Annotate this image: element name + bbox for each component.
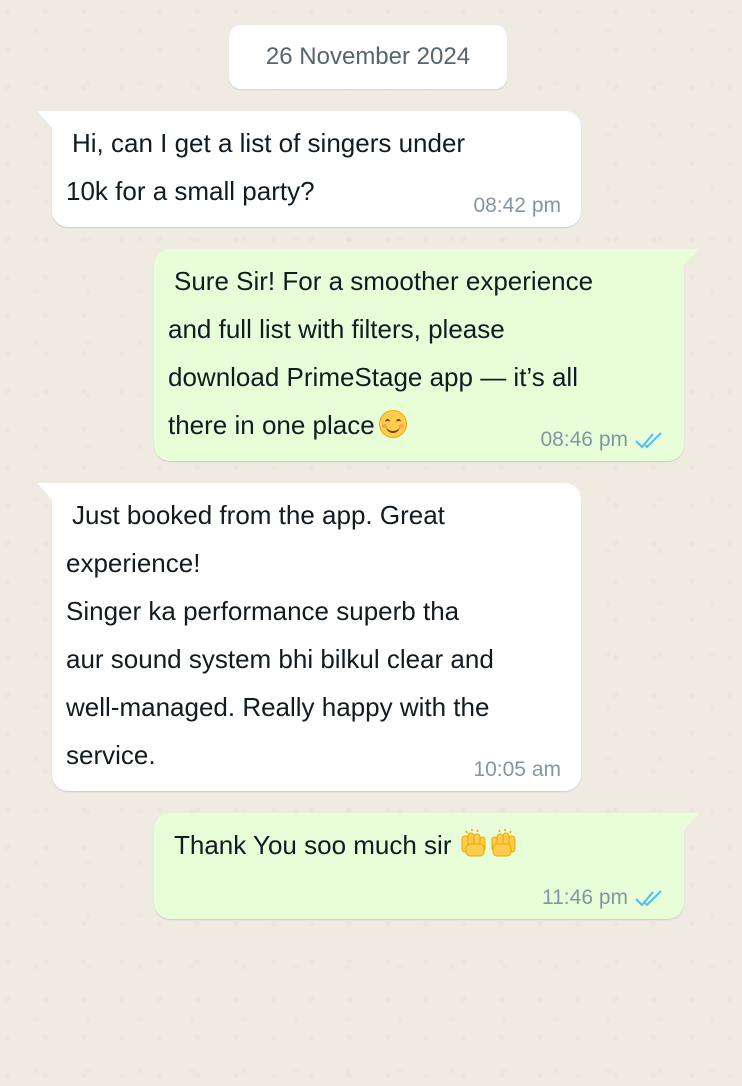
date-divider: 26 November 2024 [229,25,507,89]
date-divider-label: 26 November 2024 [265,43,471,70]
message-time: 08:46 pm [540,428,628,451]
message-content: Thank You soo much sir [174,821,670,869]
message-bubble-incoming[interactable]: Just booked from the app. Great experien… [37,483,581,791]
message-content: Sure Sir! For a smoother experience and … [168,257,670,449]
double-check-read-icon [635,890,662,907]
bubble-tail [683,813,699,831]
bubble-tail [37,483,53,501]
chat-window: 26 November 2024 Hi, can I get a list of… [0,0,742,1086]
bubble-tail [37,111,53,129]
message-bubble-incoming[interactable]: Hi, can I get a list of singers under 10… [37,111,581,227]
message-bubble-outgoing[interactable]: Thank You soo much sir 11:46 pm [154,813,699,919]
message-text: Just booked from the app. Great experien… [66,500,494,770]
message-meta: 08:46 pm [540,427,664,453]
message-text: Sure Sir! For a smoother experience and … [168,266,594,440]
message-text: Thank You soo much sir [174,830,452,860]
message-bubble-outgoing[interactable]: Sure Sir! For a smoother experience and … [154,249,699,461]
message-meta: 08:42 pm [473,193,561,219]
raising-hands-icon [461,829,515,857]
message-time: 10:05 am [473,758,561,781]
smiling-face-icon [378,410,407,438]
bubble-tail [683,249,699,267]
message-time: 08:42 pm [473,194,561,217]
double-check-read-icon [635,432,662,449]
message-meta: 11:46 pm [542,885,664,911]
message-time: 11:46 pm [542,886,628,909]
message-meta: 10:05 am [473,757,561,783]
